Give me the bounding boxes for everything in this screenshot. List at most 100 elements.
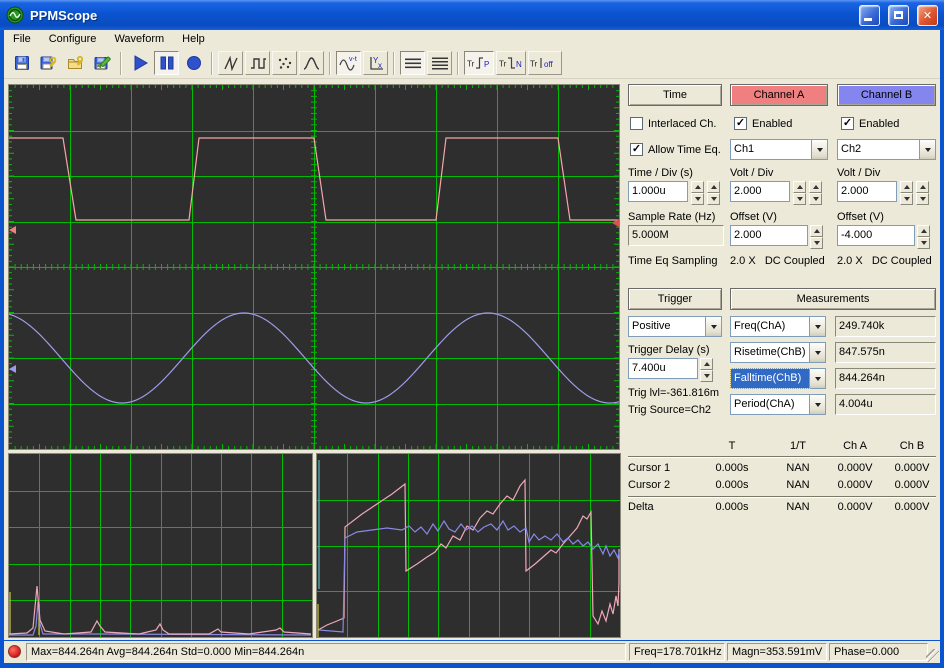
allow-time-eq-checkbox[interactable]: ✓ Allow Time Eq. bbox=[630, 143, 721, 156]
pause-button[interactable] bbox=[154, 51, 179, 75]
measurements-header-button[interactable]: Measurements bbox=[730, 288, 936, 310]
channel-a-offset-spinner[interactable] bbox=[810, 225, 823, 249]
checkbox-checked-icon: ✓ bbox=[630, 143, 643, 156]
table-divider bbox=[628, 456, 936, 457]
save-config-button[interactable] bbox=[36, 51, 61, 75]
trigger-header-button[interactable]: Trigger bbox=[628, 288, 722, 310]
chevron-down-icon bbox=[814, 350, 821, 358]
menu-waveform[interactable]: Waveform bbox=[105, 31, 173, 47]
toolbar-separator bbox=[211, 51, 213, 75]
channel-a-offset-input[interactable]: 2.000 bbox=[730, 225, 808, 246]
trigger-negative-button[interactable]: Tr N bbox=[496, 51, 526, 75]
trigger-delay-spinner[interactable] bbox=[700, 358, 713, 382]
trigger-delay-input[interactable]: 7.400u bbox=[628, 358, 698, 379]
maximize-button[interactable] bbox=[888, 4, 909, 26]
dropdown-button[interactable] bbox=[809, 317, 825, 336]
channel-a-volt-fine-spinner[interactable] bbox=[809, 181, 822, 205]
menu-configure[interactable]: Configure bbox=[40, 31, 106, 47]
status-freq: Freq=178.701kHz bbox=[629, 643, 725, 661]
channel-b-volt-div-input[interactable]: 2.000 bbox=[837, 181, 897, 202]
dropdown-button[interactable] bbox=[809, 395, 825, 414]
xy-mode-icon: Y x bbox=[369, 56, 383, 70]
draw-peak-button[interactable] bbox=[299, 51, 324, 75]
close-button[interactable]: ✕ bbox=[917, 4, 938, 26]
trigger-positive-button[interactable]: Tr P bbox=[464, 51, 494, 75]
channel-a-volt-div-input[interactable]: 2.000 bbox=[730, 181, 790, 202]
channel-b-header-button[interactable]: Channel B bbox=[837, 84, 936, 106]
title-bar[interactable]: PPMScope ✕ bbox=[0, 0, 944, 30]
channel-a-source-combo[interactable]: Ch1 bbox=[730, 139, 828, 160]
export-icon bbox=[94, 56, 111, 70]
channel-b-offset-input[interactable]: -4.000 bbox=[837, 225, 915, 246]
svg-text:v-t: v-t bbox=[349, 56, 357, 63]
dropdown-button[interactable] bbox=[809, 343, 825, 362]
resize-grip[interactable] bbox=[926, 649, 939, 662]
svg-text:x: x bbox=[378, 61, 382, 70]
line-waveform-icon bbox=[223, 55, 238, 71]
run-button[interactable] bbox=[127, 51, 152, 75]
client-area: Time Channel A Channel B Interlaced Ch. … bbox=[4, 79, 940, 640]
menu-help[interactable]: Help bbox=[173, 31, 214, 47]
channel-a-header-button[interactable]: Channel A bbox=[730, 84, 828, 106]
channel-a-volt-coarse-spinner[interactable] bbox=[793, 181, 806, 205]
measurement-value-3: 4.004u bbox=[835, 394, 936, 415]
channel-a-enabled-checkbox[interactable]: ✓ Enabled bbox=[734, 117, 792, 130]
draw-lines-button[interactable] bbox=[218, 51, 243, 75]
export-button[interactable] bbox=[90, 51, 115, 75]
trigger-mode-combo[interactable]: Positive bbox=[628, 316, 722, 337]
vt-mode-icon: v-t bbox=[338, 56, 357, 71]
window-title: PPMScope bbox=[30, 7, 98, 23]
vt-mode-button[interactable]: v-t bbox=[336, 51, 361, 75]
measurement-combo-1[interactable]: Risetime(ChB) bbox=[730, 342, 826, 363]
menu-file[interactable]: File bbox=[4, 31, 40, 47]
measurement-combo-3[interactable]: Period(ChA) bbox=[730, 394, 826, 415]
svg-text:Tr: Tr bbox=[530, 60, 538, 69]
draw-dots-button[interactable] bbox=[272, 51, 297, 75]
spectrum-display[interactable] bbox=[8, 453, 313, 638]
open-config-button[interactable] bbox=[63, 51, 88, 75]
measurement-combo-2[interactable]: Falltime(ChB) bbox=[730, 368, 826, 389]
dropdown-button[interactable] bbox=[919, 140, 935, 159]
trigger-off-button[interactable]: Tr off bbox=[528, 51, 562, 75]
channel-b-enabled-checkbox[interactable]: ✓ Enabled bbox=[841, 117, 899, 130]
dropdown-button[interactable] bbox=[811, 140, 827, 159]
channel-a-source-value: Ch1 bbox=[734, 143, 755, 155]
cursor-row-label: Cursor 2 bbox=[628, 479, 671, 491]
draw-square-button[interactable] bbox=[245, 51, 270, 75]
measurement-value-1: 847.575n bbox=[835, 342, 936, 363]
chevron-down-icon bbox=[924, 147, 931, 155]
multi-display-button[interactable] bbox=[427, 51, 452, 75]
measurement-name: Freq(ChA) bbox=[734, 320, 786, 332]
time-div-fine-spinner[interactable] bbox=[707, 181, 720, 205]
spectrum-canvas bbox=[9, 454, 312, 637]
time-div-coarse-spinner[interactable] bbox=[691, 181, 704, 205]
single-display-button[interactable] bbox=[400, 51, 425, 75]
time-div-input[interactable]: 1.000u bbox=[628, 181, 688, 202]
phase-display[interactable] bbox=[316, 453, 621, 638]
xy-mode-button[interactable]: Y x bbox=[363, 51, 388, 75]
toolbar-separator bbox=[329, 51, 331, 75]
record-button[interactable] bbox=[181, 51, 206, 75]
channel-b-volt-coarse-spinner[interactable] bbox=[900, 181, 913, 205]
dropdown-button[interactable] bbox=[705, 317, 721, 336]
play-icon bbox=[134, 55, 148, 71]
main-scope-display[interactable] bbox=[8, 84, 620, 450]
app-logo-icon bbox=[6, 6, 24, 24]
time-header-button[interactable]: Time bbox=[628, 84, 722, 106]
square-waveform-icon bbox=[250, 58, 266, 69]
interlaced-checkbox[interactable]: Interlaced Ch. bbox=[630, 117, 716, 130]
cursor-cell: 0.000s bbox=[715, 479, 749, 491]
phase-canvas bbox=[317, 454, 620, 637]
chevron-down-icon bbox=[814, 324, 821, 332]
channel-b-source-combo[interactable]: Ch2 bbox=[837, 139, 936, 160]
measurement-combo-0[interactable]: Freq(ChA) bbox=[730, 316, 826, 337]
channel-b-offset-spinner[interactable] bbox=[917, 225, 930, 249]
cursor-table: T 1/T Ch A Ch B Cursor 1 0.000s NAN 0.000V 0.000… bbox=[628, 436, 936, 526]
save-button[interactable] bbox=[9, 51, 34, 75]
four-lines-icon bbox=[431, 57, 448, 70]
cursor-col-header: T bbox=[728, 440, 736, 452]
minimize-button[interactable] bbox=[859, 4, 880, 26]
cursor-row-label: Cursor 1 bbox=[628, 462, 671, 474]
dropdown-button[interactable] bbox=[809, 369, 825, 388]
channel-b-volt-fine-spinner[interactable] bbox=[916, 181, 929, 205]
